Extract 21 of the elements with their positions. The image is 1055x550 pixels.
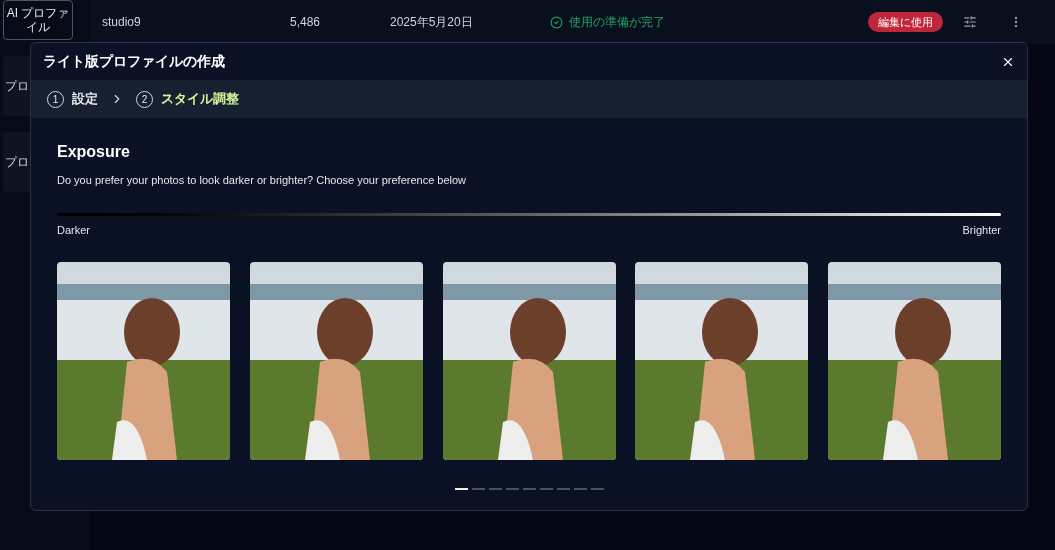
photo-placeholder[interactable] [57, 262, 230, 460]
photo-placeholder[interactable] [828, 262, 1001, 460]
table-cell-text: 5,486 [290, 14, 322, 31]
step-tab[interactable]: スタイル調整 [161, 89, 239, 109]
photo-placeholder[interactable] [249, 262, 423, 460]
scale-label: Brighter [962, 222, 1001, 238]
page-indicator[interactable] [454, 488, 468, 490]
check-circle-icon [550, 15, 563, 29]
photo-placeholder[interactable] [635, 262, 809, 460]
section-heading: Exposure [57, 142, 131, 162]
table-cell-text: studio9 [101, 14, 142, 31]
use-for-editing-button[interactable]: 編集に使用 [868, 11, 943, 33]
dialog-title: ライト版プロファイルの作成 [43, 52, 225, 71]
step-tab[interactable]: 設定 [72, 89, 98, 109]
status-text: 使用の準備が完了 [569, 14, 666, 31]
sidebar-item[interactable]: AI プロファイル [3, 0, 73, 40]
table-cell-text: 2025年5月20日 [390, 14, 474, 31]
sliders-icon[interactable] [963, 15, 977, 29]
scale-label: Darker [57, 222, 90, 238]
section-description: Do you prefer your photos to look darker or brighter? Choose your preference below [57, 173, 468, 188]
photo-placeholder[interactable] [442, 262, 616, 460]
